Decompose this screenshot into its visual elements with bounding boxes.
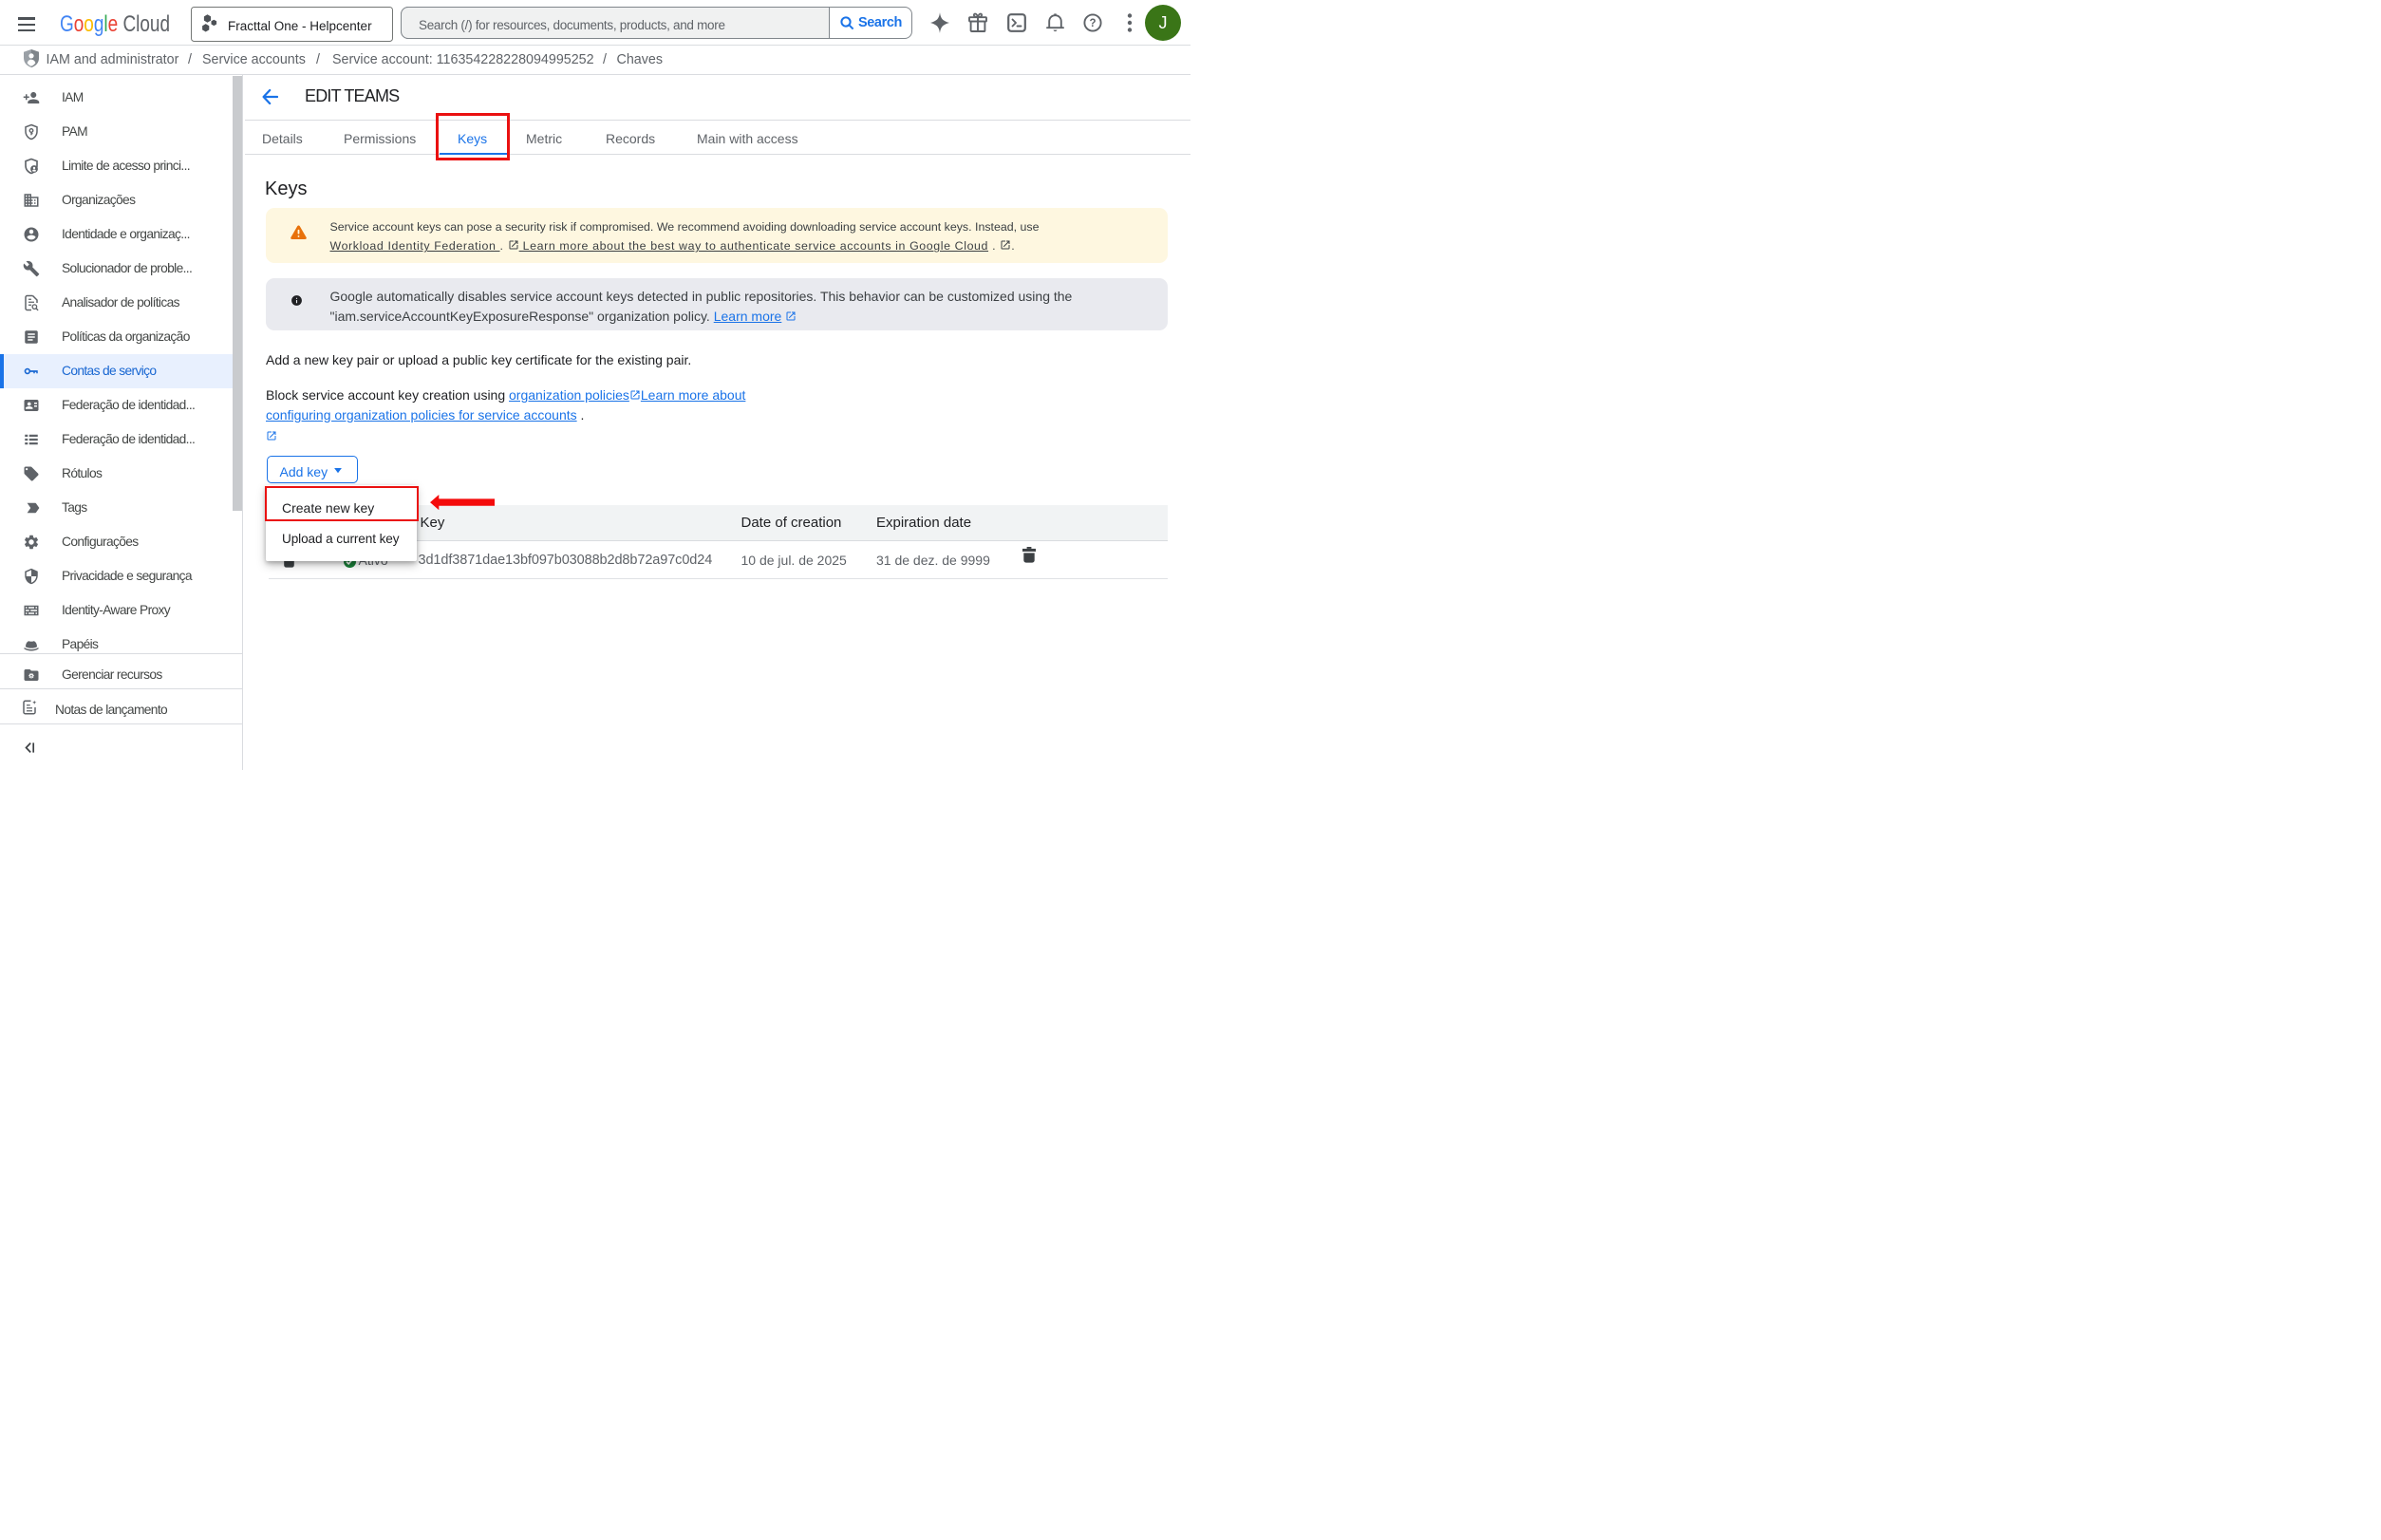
svg-text:?: ?: [1089, 18, 1096, 29]
